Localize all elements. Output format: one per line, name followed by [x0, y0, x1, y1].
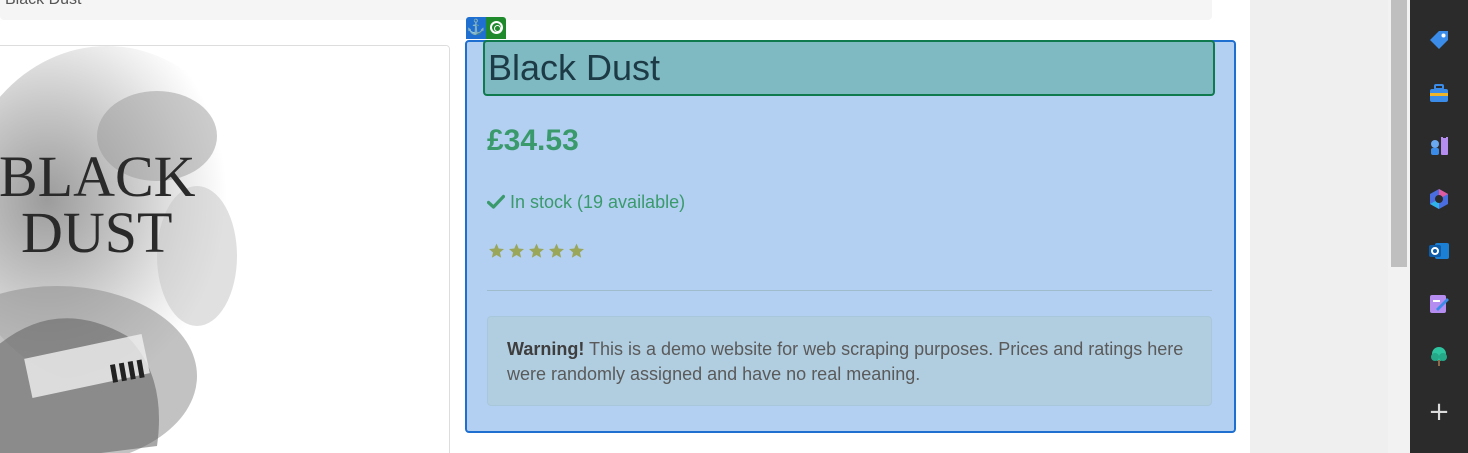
alert-text: This is a demo website for web scraping … — [507, 339, 1184, 384]
star-icon — [569, 243, 584, 258]
star-icon — [549, 243, 564, 258]
designer-icon[interactable] — [1424, 289, 1454, 319]
tree-icon[interactable] — [1424, 341, 1454, 371]
inspector-badges: ⚓ — [466, 17, 506, 39]
product-price: £34.53 — [487, 124, 579, 157]
copilot-icon[interactable] — [1424, 184, 1454, 214]
page: Black Dust — [0, 0, 1468, 453]
stock-status: In stock (19 available) — [487, 191, 685, 213]
briefcase-icon[interactable] — [1424, 79, 1454, 109]
star-icon — [529, 243, 544, 258]
scrollbar-thumb[interactable] — [1391, 0, 1407, 267]
book-cover-art: BLACK DUST — [0, 46, 449, 453]
alert-strong: Warning! — [507, 339, 585, 359]
product-image: BLACK DUST — [0, 45, 450, 453]
page-gutter — [1250, 0, 1388, 453]
star-icon — [509, 243, 524, 258]
product-title: Black Dust — [488, 47, 661, 88]
cover-title-line2: DUST — [21, 200, 172, 265]
divider — [487, 290, 1212, 291]
star-rating — [487, 242, 586, 260]
chess-icon[interactable] — [1424, 131, 1454, 161]
tag-icon[interactable] — [1424, 25, 1454, 55]
star-icon — [489, 243, 504, 258]
checkmark-icon — [487, 194, 505, 209]
add-icon[interactable]: + — [1424, 397, 1454, 427]
outlook-icon[interactable] — [1424, 236, 1454, 266]
target-icon[interactable] — [486, 17, 506, 39]
edge-sidebar: + — [1410, 0, 1468, 453]
warning-alert: Warning! This is a demo website for web … — [487, 316, 1212, 406]
anchor-icon[interactable]: ⚓ — [466, 17, 486, 39]
breadcrumb: Black Dust — [0, 0, 1212, 20]
breadcrumb-current: Black Dust — [5, 0, 81, 8]
stock-text: In stock (19 available) — [510, 192, 686, 212]
